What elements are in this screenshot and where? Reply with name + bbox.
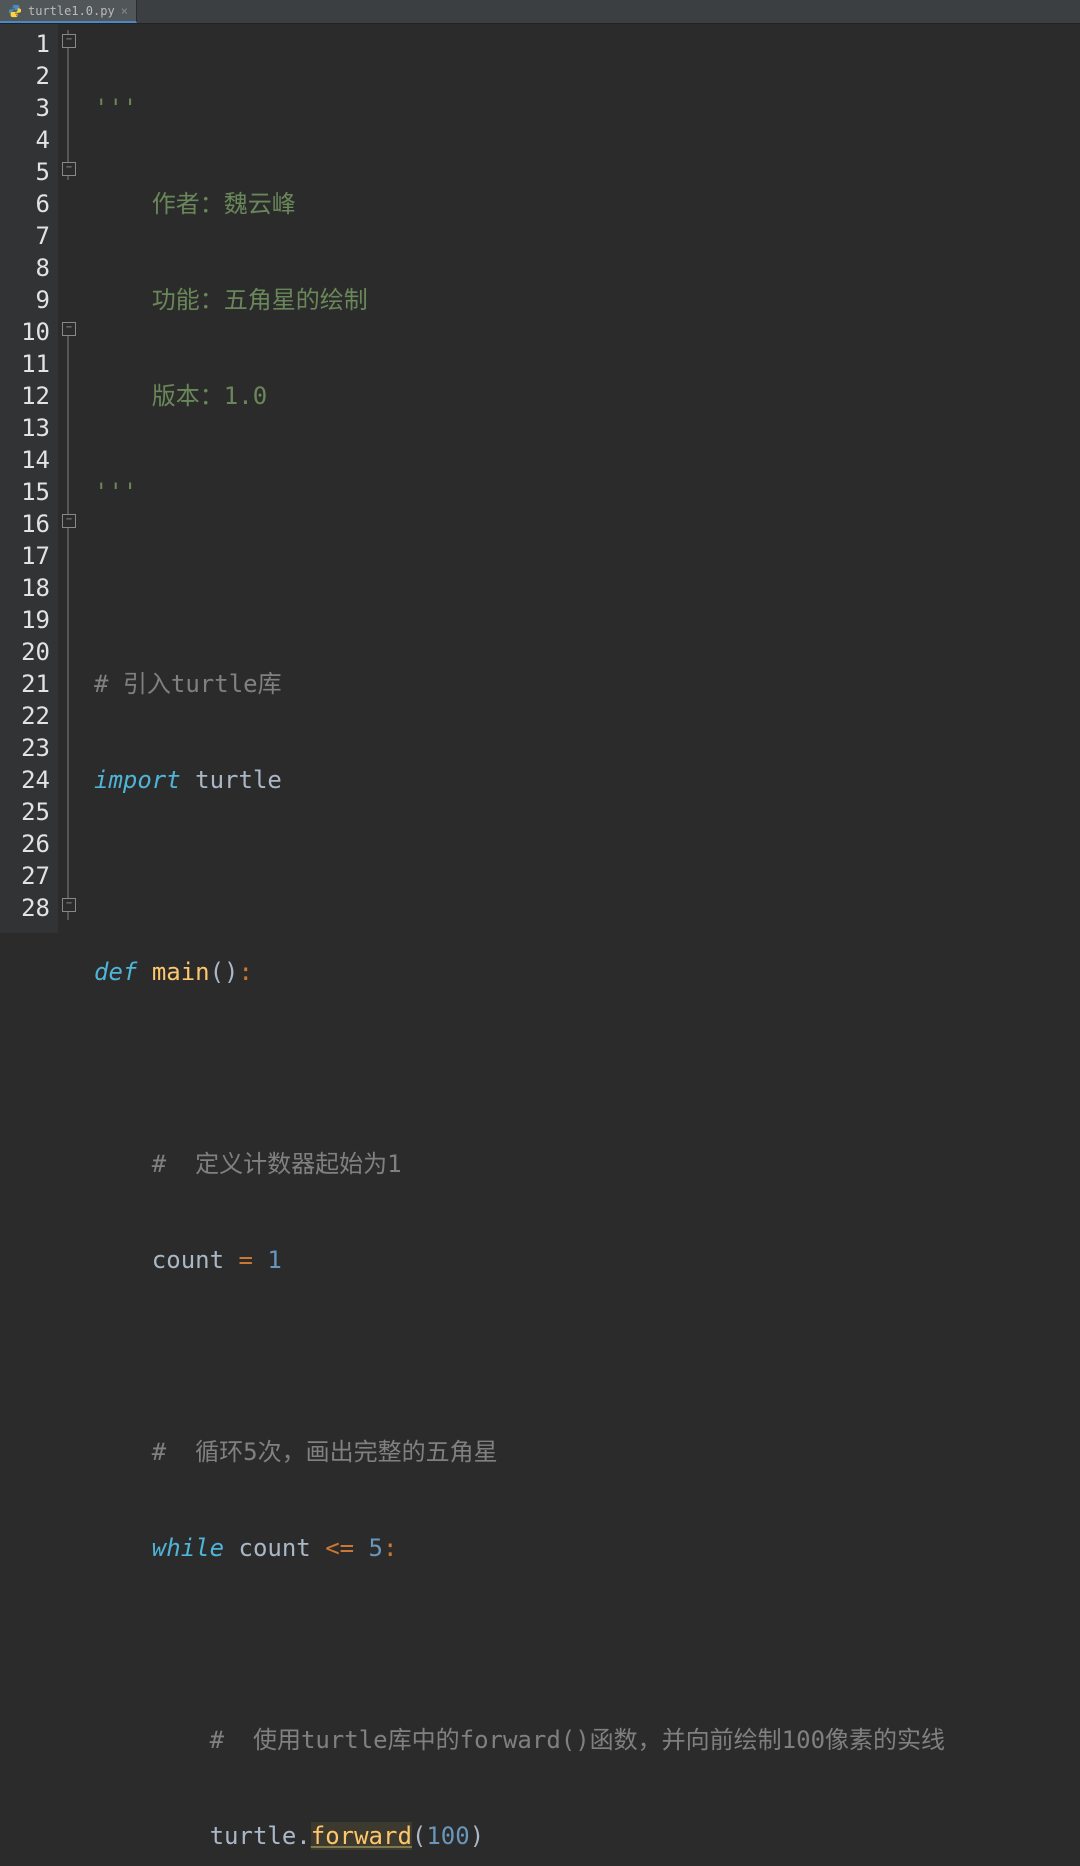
line-number: 10 [0, 316, 50, 348]
line-number: 24 [0, 764, 50, 796]
code-line[interactable]: ''' [94, 92, 1080, 124]
file-tab[interactable]: turtle1.0.py × [0, 0, 137, 23]
line-number: 12 [0, 380, 50, 412]
line-number: 27 [0, 860, 50, 892]
line-number: 26 [0, 828, 50, 860]
line-number: 17 [0, 540, 50, 572]
code-line[interactable] [94, 1340, 1080, 1372]
fold-marker[interactable]: − [62, 162, 76, 176]
line-number: 23 [0, 732, 50, 764]
line-number: 1 [0, 28, 50, 60]
code-line[interactable]: 版本：1.0 [94, 380, 1080, 412]
tab-bar: turtle1.0.py × [0, 0, 1080, 24]
line-number: 25 [0, 796, 50, 828]
line-number: 9 [0, 284, 50, 316]
python-file-icon [8, 4, 22, 18]
code-area[interactable]: ''' 作者：魏云峰 功能：五角星的绘制 版本：1.0 ''' # 引入turt… [94, 24, 1080, 933]
code-line[interactable] [94, 860, 1080, 892]
line-number: 14 [0, 444, 50, 476]
code-line[interactable]: # 引入turtle库 [94, 668, 1080, 700]
fold-column: − − − − − [58, 24, 94, 933]
fold-marker[interactable]: − [62, 34, 76, 48]
code-line[interactable]: turtle.forward(100) [94, 1820, 1080, 1852]
code-line[interactable]: def main(): [94, 956, 1080, 988]
line-number: 16 [0, 508, 50, 540]
code-line[interactable]: ''' [94, 476, 1080, 508]
code-line[interactable] [94, 1052, 1080, 1084]
line-number: 19 [0, 604, 50, 636]
line-number: 4 [0, 124, 50, 156]
line-number: 21 [0, 668, 50, 700]
line-number: 15 [0, 476, 50, 508]
code-line[interactable]: 作者：魏云峰 [94, 188, 1080, 220]
line-number: 11 [0, 348, 50, 380]
line-number: 5 [0, 156, 50, 188]
line-number: 20 [0, 636, 50, 668]
code-line[interactable]: while count <= 5: [94, 1532, 1080, 1564]
code-line[interactable] [94, 572, 1080, 604]
close-tab-icon[interactable]: × [121, 5, 128, 17]
code-editor[interactable]: 1234567891011121314151617181920212223242… [0, 24, 1080, 933]
line-number: 2 [0, 60, 50, 92]
fold-marker[interactable]: − [62, 322, 76, 336]
code-line[interactable]: # 使用turtle库中的forward()函数，并向前绘制100像素的实线 [94, 1724, 1080, 1756]
code-line[interactable]: 功能：五角星的绘制 [94, 284, 1080, 316]
tab-filename: turtle1.0.py [28, 4, 115, 18]
fold-marker[interactable]: − [62, 514, 76, 528]
fold-marker[interactable]: − [62, 898, 76, 912]
line-number: 28 [0, 892, 50, 924]
code-line[interactable]: count = 1 [94, 1244, 1080, 1276]
code-line[interactable]: # 循环5次，画出完整的五角星 [94, 1436, 1080, 1468]
line-number: 7 [0, 220, 50, 252]
code-line[interactable]: # 定义计数器起始为1 [94, 1148, 1080, 1180]
line-number: 8 [0, 252, 50, 284]
code-line[interactable] [94, 1628, 1080, 1660]
line-number: 18 [0, 572, 50, 604]
line-number: 13 [0, 412, 50, 444]
line-number: 22 [0, 700, 50, 732]
line-number: 6 [0, 188, 50, 220]
code-line[interactable]: import turtle [94, 764, 1080, 796]
line-number: 3 [0, 92, 50, 124]
line-number-gutter: 1234567891011121314151617181920212223242… [0, 24, 58, 933]
